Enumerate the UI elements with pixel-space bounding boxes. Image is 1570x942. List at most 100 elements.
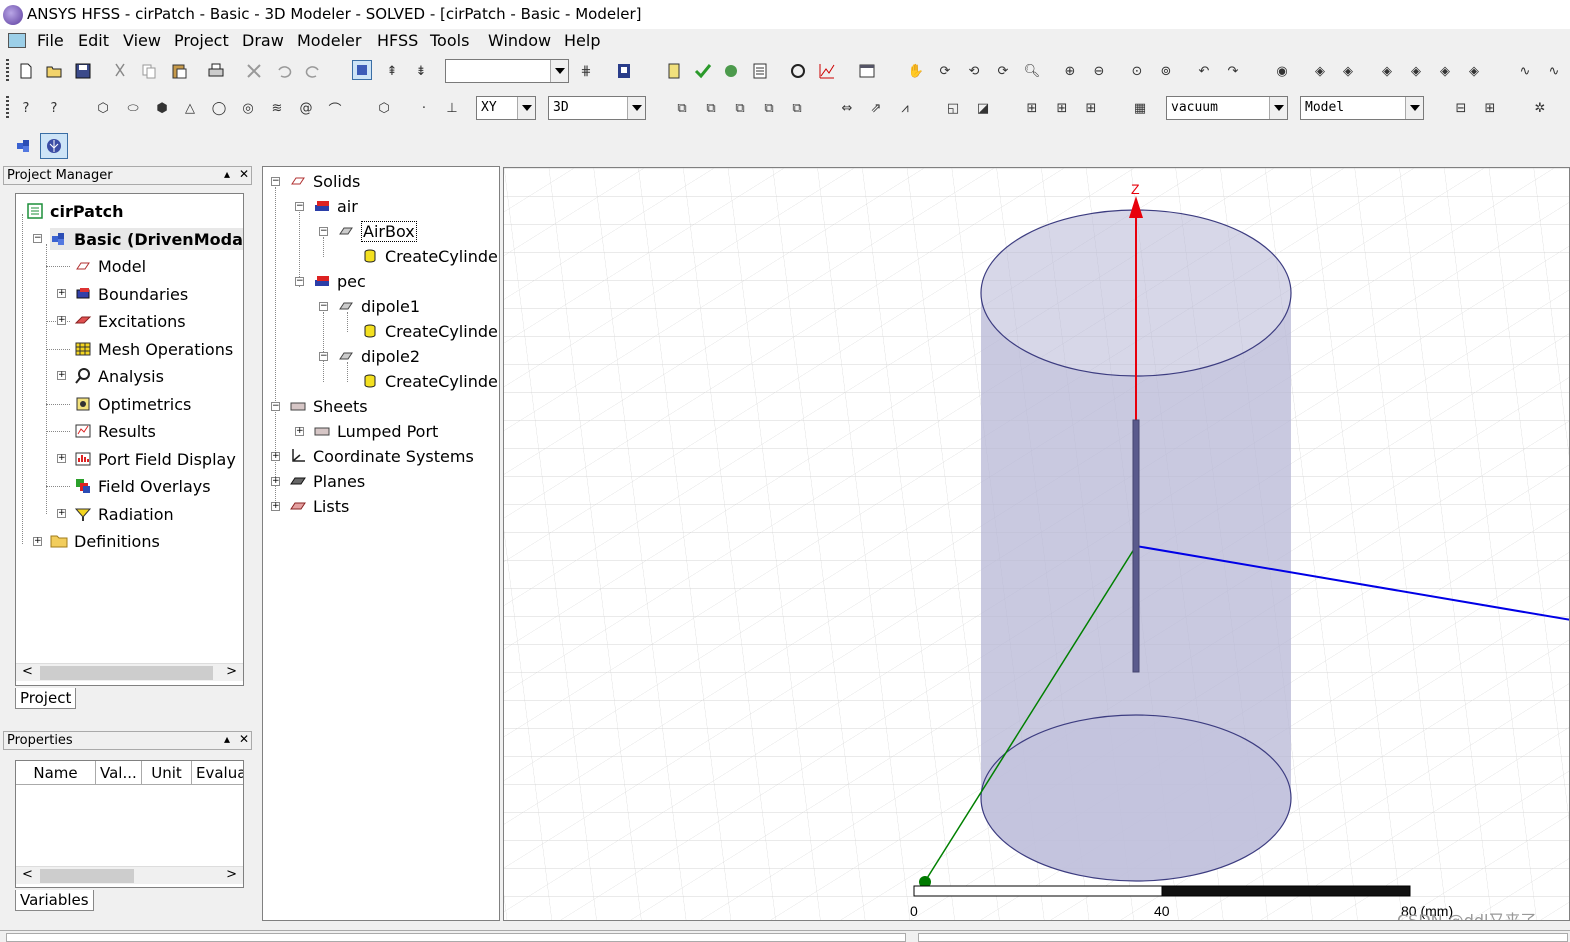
- menu-edit[interactable]: Edit: [78, 31, 109, 50]
- col-evaluated[interactable]: Evalua: [192, 761, 243, 785]
- menu-window[interactable]: Window: [488, 31, 551, 50]
- tab-variables[interactable]: Variables: [15, 890, 94, 911]
- expand-boundaries-toggle[interactable]: +: [57, 289, 66, 298]
- material-select[interactable]: vacuum: [1166, 96, 1288, 120]
- mesh-icon[interactable]: ✲: [1530, 98, 1550, 118]
- fit-selection-icon[interactable]: ⊚: [1156, 61, 1176, 81]
- analyze-icon[interactable]: [721, 61, 741, 81]
- cylinder-icon[interactable]: ⬭: [123, 98, 143, 118]
- hfss-extract-icon[interactable]: [614, 61, 634, 81]
- zoom-icon[interactable]: 🔍︎: [1022, 61, 1042, 81]
- undo-icon[interactable]: [274, 61, 294, 81]
- collapse-dipole1-toggle[interactable]: −: [319, 302, 328, 311]
- point-icon[interactable]: ·: [414, 98, 434, 118]
- help-icon[interactable]: ?: [16, 98, 36, 118]
- menu-view[interactable]: View: [123, 31, 161, 50]
- collapse-solids-toggle[interactable]: −: [271, 177, 280, 186]
- tree-op-createcylinder-3[interactable]: CreateCylinder: [361, 370, 499, 392]
- select-edge-icon[interactable]: ⇟: [411, 61, 431, 81]
- expand-port-field-toggle[interactable]: +: [57, 454, 66, 463]
- cone-icon[interactable]: △: [180, 98, 200, 118]
- redo-icon[interactable]: [303, 61, 323, 81]
- tree-item-field-overlays[interactable]: Field Overlays: [74, 475, 211, 497]
- tree-item-radiation[interactable]: Radiation: [74, 503, 174, 525]
- menu-tools[interactable]: Tools: [430, 31, 469, 50]
- tree-object-dipole1[interactable]: dipole1: [337, 295, 420, 317]
- tree-coordinate-systems[interactable]: Coordinate Systems: [289, 445, 474, 467]
- intersect-icon[interactable]: ⧉: [730, 98, 750, 118]
- zoom-in-icon[interactable]: ⊕: [1060, 61, 1080, 81]
- tree-item-definitions[interactable]: Definitions: [50, 530, 160, 552]
- tree-sheets[interactable]: Sheets: [289, 395, 368, 417]
- tree-item-optimetrics[interactable]: Optimetrics: [74, 393, 191, 415]
- col-unit[interactable]: Unit: [142, 761, 192, 785]
- selection-combo[interactable]: [445, 59, 569, 83]
- view-back-icon[interactable]: ◈: [1464, 61, 1484, 81]
- mirror-icon[interactable]: ⩘: [895, 98, 915, 118]
- menu-draw[interactable]: Draw: [242, 31, 284, 50]
- pan-hand-icon[interactable]: ✋: [906, 61, 926, 81]
- zoom-out-icon[interactable]: ⊖: [1089, 61, 1109, 81]
- close-pane-icon[interactable]: ✕: [239, 167, 249, 181]
- tree-lists[interactable]: Lists: [289, 495, 349, 517]
- tree-item-results[interactable]: Results: [74, 420, 156, 442]
- collapse-airbox-toggle[interactable]: −: [319, 227, 328, 236]
- box-icon[interactable]: ⬡: [93, 98, 113, 118]
- tree-planes[interactable]: Planes: [289, 470, 365, 492]
- tree-design-basic[interactable]: Basic (DrivenModal): [50, 228, 243, 250]
- view-left-icon[interactable]: ◈: [1377, 61, 1397, 81]
- split-icon[interactable]: ⧉: [759, 98, 779, 118]
- expand-analysis-toggle[interactable]: +: [57, 371, 66, 380]
- create-region-icon[interactable]: ⊞: [1480, 98, 1500, 118]
- menu-file[interactable]: File: [37, 31, 64, 50]
- toolbar-grip[interactable]: [6, 96, 9, 120]
- collapse-basic-toggle[interactable]: −: [33, 234, 42, 243]
- undo-view-icon[interactable]: ↶: [1194, 61, 1214, 81]
- hfss-ie-icon[interactable]: [40, 133, 68, 159]
- window-system-icon[interactable]: [8, 33, 26, 48]
- expand-excitations-toggle[interactable]: +: [57, 316, 66, 325]
- save-icon[interactable]: [73, 61, 93, 81]
- spline-icon[interactable]: ∿: [1544, 61, 1564, 81]
- col-name[interactable]: Name: [16, 761, 96, 785]
- window-icon[interactable]: [857, 61, 877, 81]
- mode-select[interactable]: Model: [1300, 96, 1424, 120]
- unite-icon[interactable]: ⧉: [672, 98, 692, 118]
- dimension-select[interactable]: 3D: [548, 96, 646, 120]
- expand-lumped-port-toggle[interactable]: +: [295, 427, 304, 436]
- modeler-3d-viewport[interactable]: Z 0 40 80 (mm) CSDN @ddl又来了: [503, 167, 1570, 921]
- scroll-thumb[interactable]: [40, 666, 213, 680]
- tree-item-mesh-operations[interactable]: Mesh Operations: [74, 338, 233, 360]
- material-lib-icon[interactable]: ▦: [1130, 98, 1150, 118]
- pin-icon[interactable]: ▴: [224, 732, 230, 746]
- paste-icon[interactable]: [169, 61, 189, 81]
- rotate-axis-icon[interactable]: ⟲: [964, 61, 984, 81]
- torus-icon[interactable]: ◎: [238, 98, 258, 118]
- tree-material-air[interactable]: air: [313, 195, 358, 217]
- expand-definitions-toggle[interactable]: +: [33, 537, 42, 546]
- menu-modeler[interactable]: Modeler: [297, 31, 361, 50]
- tree-item-boundaries[interactable]: Boundaries: [74, 283, 188, 305]
- tree-object-airbox[interactable]: AirBox: [337, 220, 417, 242]
- close-pane-icon[interactable]: ✕: [239, 732, 249, 746]
- tree-item-analysis[interactable]: Analysis: [74, 365, 164, 387]
- plot-icon[interactable]: [817, 61, 837, 81]
- duplicate-icon[interactable]: ⇗: [866, 98, 886, 118]
- collapse-air-toggle[interactable]: −: [295, 202, 304, 211]
- grid-snap-icon[interactable]: ⋕: [576, 61, 596, 81]
- sphere-icon[interactable]: ◯: [209, 98, 229, 118]
- material-cube-icon[interactable]: ⬡: [374, 98, 394, 118]
- menu-help[interactable]: Help: [564, 31, 600, 50]
- imprint-icon[interactable]: ⧉: [787, 98, 807, 118]
- toolbar-grip[interactable]: [6, 59, 9, 83]
- tree-lumped-port[interactable]: Lumped Port: [313, 420, 438, 442]
- scroll-thumb[interactable]: [40, 869, 134, 883]
- dipole-rod[interactable]: [1132, 419, 1140, 673]
- validate-icon[interactable]: [664, 61, 684, 81]
- pin-icon[interactable]: ▴: [224, 167, 230, 181]
- col-value[interactable]: Val...: [96, 761, 142, 785]
- tree-solids[interactable]: Solids: [289, 170, 360, 192]
- scale-icon[interactable]: ⊞: [1052, 98, 1072, 118]
- tree-item-model[interactable]: Model: [74, 255, 146, 277]
- report-icon[interactable]: [750, 61, 770, 81]
